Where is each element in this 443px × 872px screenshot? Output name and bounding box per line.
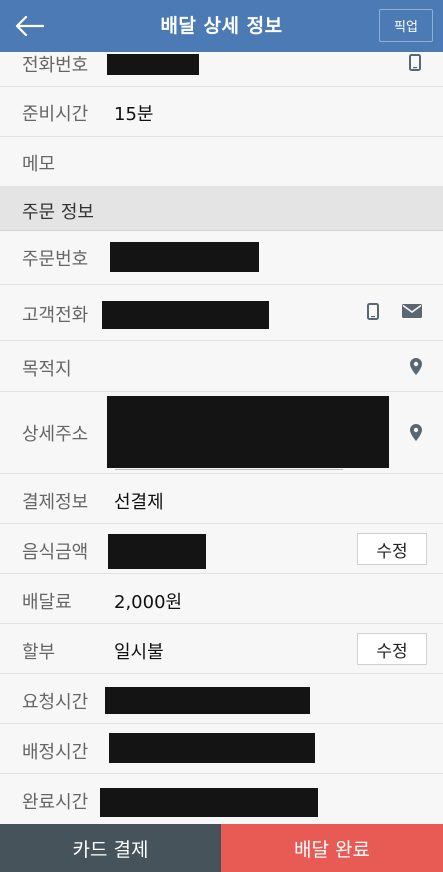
section-title: 주문 정보 [22,202,94,223]
complete-time-row: 완료시간 [0,774,443,824]
customer-phone-row: 고객전화 [0,285,443,341]
destination-label: 목적지 [22,359,72,380]
food-amount-row: 음식금액 수정 [0,524,443,574]
delivery-fee-value: 2,000원 [114,592,183,613]
destination-row: 목적지 [0,341,443,392]
complete-time-label: 완료시간 [22,792,89,813]
order-number-label: 주문번호 [22,249,89,270]
bottom-action-bar: 카드 결제 배달 완료 [0,824,443,872]
memo-row: 메모 [0,137,443,187]
app-header: 배달 상세 정보 픽업 [0,0,443,52]
assign-time-row: 배정시간 [0,724,443,774]
call-mobile-icon[interactable] [364,301,382,321]
page-title: 배달 상세 정보 [160,15,283,37]
installment-value: 일시불 [114,642,164,663]
redacted-order-number [110,242,259,272]
redacted-assign-time [109,733,315,763]
detail-address-row: 상세주소 [0,392,443,474]
map-pin-icon[interactable] [408,356,424,376]
card-payment-button[interactable]: 카드 결제 [0,824,221,872]
prep-time-row: 준비시간 15분 [0,87,443,137]
food-amount-label: 음식금액 [22,542,89,563]
redacted-store-phone [107,54,199,75]
redacted-detail-address [107,396,389,468]
store-phone-row: 전화번호 [0,52,443,87]
detail-address-label: 상세주소 [22,424,89,445]
prep-time-value: 15분 [114,104,154,125]
prep-time-label: 준비시간 [22,104,89,125]
redacted-customer-phone [102,301,269,329]
mobile-phone-icon[interactable] [406,53,424,71]
order-info-section-header: 주문 정보 [0,187,443,231]
edit-food-amount-button[interactable]: 수정 [357,533,427,565]
memo-label: 메모 [22,154,56,175]
installment-row: 할부 일시불 수정 [0,624,443,674]
redacted-request-time [105,687,310,714]
delivery-fee-row: 배달료 2,000원 [0,574,443,624]
address-underline [115,469,343,470]
edit-installment-button[interactable]: 수정 [357,633,427,665]
installment-label: 할부 [22,642,56,663]
payment-info-row: 결제정보 선결제 [0,474,443,524]
detail-content[interactable]: 전화번호 준비시간 15분 메모 주문 정보 주문번호 고객전화 목적지 상세주… [0,52,443,824]
customer-phone-label: 고객전화 [22,305,89,326]
delivery-fee-label: 배달료 [22,592,72,613]
payment-value: 선결제 [114,492,164,513]
delivery-complete-button[interactable]: 배달 완료 [221,824,443,872]
pickup-button[interactable]: 픽업 [379,9,433,42]
payment-label: 결제정보 [22,492,89,513]
request-time-label: 요청시간 [22,692,89,713]
sms-envelope-icon[interactable] [400,302,424,320]
redacted-food-amount [108,534,206,569]
request-time-row: 요청시간 [0,674,443,724]
assign-time-label: 배정시간 [22,742,89,763]
order-number-row: 주문번호 [0,231,443,285]
map-pin-icon[interactable] [408,422,424,442]
redacted-complete-time [100,788,318,817]
store-phone-label: 전화번호 [22,55,89,76]
